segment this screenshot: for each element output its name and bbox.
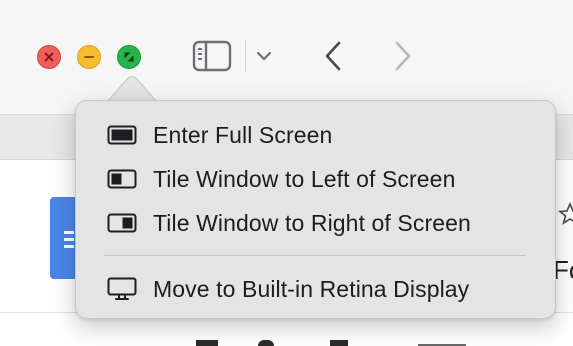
- tile-left-icon: [106, 168, 138, 190]
- menu-item-label: Tile Window to Left of Screen: [153, 165, 456, 192]
- fullscreen-arrows-icon: [124, 52, 134, 62]
- full-screen-icon: [106, 124, 138, 146]
- window-toolbar: [0, 0, 573, 115]
- menu-item-tile-right[interactable]: Tile Window to Right of Screen: [84, 203, 547, 243]
- minimize-window-button[interactable]: [77, 45, 101, 69]
- display-icon: [106, 277, 138, 300]
- toolbar-fragment: [330, 340, 348, 346]
- toolbar-fragment: [258, 340, 274, 346]
- back-button[interactable]: [318, 38, 348, 74]
- tile-right-icon: [106, 212, 138, 234]
- sidebar-options-menu-button[interactable]: [252, 42, 276, 70]
- toolbar-divider: [245, 40, 246, 72]
- truncated-heading-text: Fc: [553, 255, 573, 285]
- sidebar-icon: [192, 40, 232, 72]
- sidebar-toggle-button[interactable]: [190, 38, 234, 74]
- menu-item-label: Move to Built-in Retina Display: [153, 275, 470, 302]
- menu-pointer: [108, 76, 156, 102]
- menu-item-enter-full-screen[interactable]: Enter Full Screen: [84, 115, 547, 155]
- close-window-button[interactable]: [37, 45, 61, 69]
- toolbar-fragment: [196, 340, 218, 346]
- menu-separator: [104, 255, 526, 256]
- zoom-window-button[interactable]: [117, 45, 141, 69]
- forward-button[interactable]: [388, 38, 418, 74]
- menu-item-tile-left[interactable]: Tile Window to Left of Screen: [84, 159, 547, 199]
- menu-item-move-to-display[interactable]: Move to Built-in Retina Display: [84, 269, 547, 309]
- chevron-right-icon: [395, 41, 411, 71]
- close-x-icon: [44, 52, 54, 62]
- menu-item-label: Enter Full Screen: [153, 121, 333, 148]
- window-zoom-menu: Enter Full Screen Tile Window to Left of…: [75, 100, 556, 319]
- menu-item-label: Tile Window to Right of Screen: [153, 209, 471, 236]
- star-icon[interactable]: [558, 202, 573, 226]
- chevron-left-icon: [325, 41, 341, 71]
- minus-icon: [84, 56, 94, 58]
- chevron-down-icon: [256, 51, 272, 61]
